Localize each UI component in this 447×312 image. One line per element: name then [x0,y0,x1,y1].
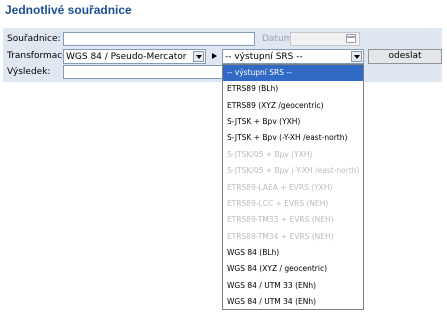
srs-option[interactable]: S-JTSK + Bpv (YXH) [223,114,363,130]
submit-button[interactable]: odeslat [368,49,442,64]
srs-option: S-JTSK/05 + Bpv (-Y-XH /east-north) [227,166,360,176]
srs-option[interactable]: WGS 84 (BLh) [223,245,363,261]
srs-option: ETRS89-LAEA + EVRS (YXH) [227,182,333,192]
srs-option[interactable]: WGS 84 / UTM 33 (ENh) [223,278,363,294]
output-srs-dropdown-list[interactable]: -- výstupní SRS -- ETRS89 (BLh) ETRS89 (XY… [222,64,364,310]
srs-option[interactable]: WGS 84 (XYZ / geocentric) [223,261,363,277]
coords-label: Souřadnice: [7,34,61,44]
calendar-icon[interactable] [346,34,356,43]
result-label: Výsledek: [7,67,51,77]
transform-select-value: WGS 84 / Pseudo-Mercator (XYh) [66,52,189,62]
srs-option[interactable]: ETRS89 (XYZ /geocentric) [223,98,363,114]
output-srs-select-value: -- výstupní SRS -- [225,52,303,62]
transform-label: Transformace: [7,51,71,61]
srs-option: S-JTSK/05 + Bpv (YXH) [227,149,313,159]
output-srs-select[interactable]: -- výstupní SRS -- [222,49,364,64]
srs-option[interactable]: ETRS89 (BLh) [223,81,363,97]
result-field [63,65,223,79]
srs-option: ETRS89-TM34 + EVRS (NEH) [227,231,334,241]
arrow-right-icon [212,53,217,59]
srs-option[interactable]: -- výstupní SRS -- [223,65,363,82]
page-title: Jednotlivé souřadnice [5,3,132,17]
coords-input[interactable] [63,32,255,46]
srs-option: ETRS89-TM33 + EVRS (NEH) [227,215,334,225]
srs-option[interactable]: WGS 84 / UTM 34 (ENh) [223,294,363,309]
chevron-down-icon[interactable] [351,51,362,62]
srs-option: ETRS89-LCC + EVRS (NEH) [227,198,329,208]
transform-select[interactable]: WGS 84 / Pseudo-Mercator (XYh) [63,49,206,64]
chevron-down-icon[interactable] [193,51,204,62]
srs-option[interactable]: S-JTSK + Bpv (-Y-XH /east-north) [223,130,363,146]
